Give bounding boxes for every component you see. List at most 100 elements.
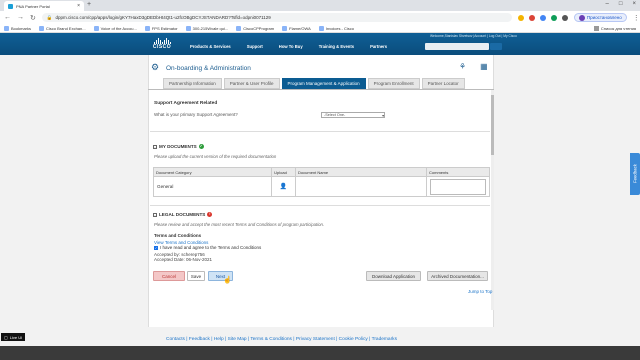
avatar xyxy=(578,14,585,21)
gears-icon: ⚙ xyxy=(151,62,160,72)
download-application-button[interactable]: Download Application xyxy=(366,271,421,281)
legal-documents-header[interactable]: - LEGAL DOCUMENTS ! xyxy=(153,212,213,217)
archived-documentation-button[interactable]: Archived Documentation... xyxy=(427,271,488,281)
column-header: Document Category xyxy=(152,167,273,177)
extensions xyxy=(517,14,568,21)
extension-icon[interactable] xyxy=(528,14,535,21)
nav-training[interactable]: Training & Events xyxy=(319,44,354,49)
bookmark-item[interactable]: CiscoCPProgram xyxy=(236,25,274,31)
select-value: -Select One- xyxy=(324,113,346,117)
cursor-icon: ☝ xyxy=(223,277,232,284)
new-tab-icon[interactable]: + xyxy=(87,1,91,8)
agree-checkbox[interactable]: ✓ xyxy=(154,245,158,250)
support-heading: Support Agreement Related xyxy=(154,101,218,106)
network-icon[interactable]: ⚘ xyxy=(459,62,466,71)
logo-text: CISCO xyxy=(152,44,172,50)
browser-toolbar: ← → ↻ 🔒 dppm.cisco.com/cpp/apps/login/gK… xyxy=(0,11,640,24)
back-icon[interactable]: ← xyxy=(4,14,11,21)
chat-icon: ▢ xyxy=(4,334,8,340)
comments-cell xyxy=(426,176,490,197)
upload-cell[interactable]: 👤 xyxy=(271,176,297,197)
save-button[interactable]: Save xyxy=(187,271,205,281)
site-favicon-icon xyxy=(8,3,13,9)
nav-how-to-buy[interactable]: How To Buy xyxy=(279,44,303,49)
bottom-bar xyxy=(0,346,640,360)
tab-partner-user-profile[interactable]: Partner & User Profile xyxy=(223,78,280,89)
jump-to-top-link[interactable]: Jump to Top xyxy=(468,289,492,294)
bookmark-item[interactable]: Voice of the Accou... xyxy=(93,25,137,31)
site-search-input[interactable] xyxy=(425,43,489,50)
page-title: On-boarding & Administration xyxy=(166,65,251,72)
tab-program-enrollment[interactable]: Program Enrollment xyxy=(367,78,420,89)
page-tabs: Partnership Information Partner & User P… xyxy=(163,78,465,89)
bookmark-item[interactable]: Bookmarks xyxy=(4,25,31,31)
section-description: Please review and accept the most recent… xyxy=(154,222,325,227)
extension-icon[interactable] xyxy=(539,14,546,21)
document-name xyxy=(295,176,427,197)
bookmark-item[interactable]: FPS Estimator xyxy=(144,25,178,31)
search-button[interactable] xyxy=(490,43,502,50)
close-tab-icon[interactable]: × xyxy=(77,3,80,9)
my-documents-header[interactable]: - MY DOCUMENTS ✓ xyxy=(153,144,204,149)
bookmark-item[interactable]: Cisco Brand Exchan... xyxy=(39,25,86,31)
tabs-divider xyxy=(148,89,494,90)
reading-list[interactable]: Список для чтения xyxy=(593,25,636,31)
browser-tab[interactable]: PNA Partner Portal × xyxy=(4,1,84,11)
minimize-icon[interactable]: – xyxy=(606,1,609,7)
main-nav: Products & Services Support How To Buy T… xyxy=(190,44,387,49)
url-text: dppm.cisco.com/cpp/apps/login/gKY7HaxD3g… xyxy=(55,15,271,20)
browser-tab-title: PNA Partner Portal xyxy=(16,3,50,9)
comments-textarea[interactable] xyxy=(430,178,486,195)
tab-partnership-information[interactable]: Partnership Information xyxy=(163,78,222,89)
upload-user-icon[interactable]: 👤 xyxy=(280,184,287,190)
bookmark-item[interactable]: Flame/OWA xyxy=(282,25,311,31)
profile-button[interactable]: Приостановлено xyxy=(573,13,627,22)
star-icon[interactable] xyxy=(517,14,524,21)
inner-scrollbar-thumb[interactable] xyxy=(491,95,494,155)
extension-icon[interactable] xyxy=(561,14,568,21)
nav-products[interactable]: Products & Services xyxy=(190,44,231,49)
bookmark-item[interactable]: 300-215Wvale qui... xyxy=(185,25,228,31)
section-description: Please upload the current version of the… xyxy=(154,154,277,159)
support-question: What is your primary Support Agreement? xyxy=(154,112,238,117)
utility-links[interactable]: Welcome,Stanislav Shvetsov |Account | Lo… xyxy=(430,34,517,38)
maximize-icon[interactable]: □ xyxy=(619,1,623,7)
agree-row: ✓ I have read and agree to the Terms and… xyxy=(154,245,261,250)
agree-label: I have read and agree to the Terms and C… xyxy=(160,245,262,250)
terms-heading: Terms and Conditions xyxy=(154,233,202,238)
document-category: General xyxy=(152,176,273,197)
tab-partner-locator[interactable]: Partner Locator xyxy=(421,78,465,89)
menu-icon[interactable]: ⋮ xyxy=(633,14,640,22)
section-divider xyxy=(150,205,490,206)
cancel-button[interactable]: Cancel xyxy=(153,271,185,281)
extension-icon[interactable] xyxy=(550,14,557,21)
feedback-tab[interactable]: Feedback xyxy=(630,153,640,195)
close-window-icon[interactable]: × xyxy=(632,1,636,7)
section-title: MY DOCUMENTS xyxy=(159,144,197,149)
table-row: General 👤 xyxy=(152,176,490,197)
reload-icon[interactable]: ↻ xyxy=(30,14,36,22)
cisco-logo[interactable]: CISCO xyxy=(150,38,174,50)
nav-support[interactable]: Support xyxy=(247,44,263,49)
column-header: Document Name xyxy=(295,167,427,177)
browser-tab-bar xyxy=(0,0,640,11)
profile-label: Приостановлено xyxy=(586,15,622,20)
forward-icon[interactable]: → xyxy=(17,14,24,21)
documents-table: Document Category Upload Document Name C… xyxy=(152,167,490,197)
footer-links[interactable]: Contacts | Feedback | Help | Site Map | … xyxy=(166,337,397,342)
live-ui-badge[interactable]: ▢ Live UI xyxy=(1,333,26,341)
tab-program-management[interactable]: Program Management & Application xyxy=(281,78,366,89)
bookmark-item[interactable]: Invoices - Cisco xyxy=(318,25,354,31)
grid-icon[interactable]: ▦ xyxy=(480,62,488,71)
address-bar[interactable]: 🔒 dppm.cisco.com/cpp/apps/login/gKY7HaxD… xyxy=(41,13,512,22)
header-icons: ⚘ ▦ xyxy=(459,62,488,71)
collapse-icon[interactable]: - xyxy=(153,144,157,149)
support-agreement-select[interactable]: -Select One- ▾ xyxy=(321,112,385,118)
chevron-down-icon: ▾ xyxy=(382,114,384,118)
column-header: Comments xyxy=(426,167,490,177)
collapse-icon[interactable]: - xyxy=(153,212,157,217)
lock-icon: 🔒 xyxy=(46,14,53,20)
column-header: Upload xyxy=(271,167,297,177)
alert-icon: ! xyxy=(207,212,213,217)
nav-partners[interactable]: Partners xyxy=(370,44,387,49)
